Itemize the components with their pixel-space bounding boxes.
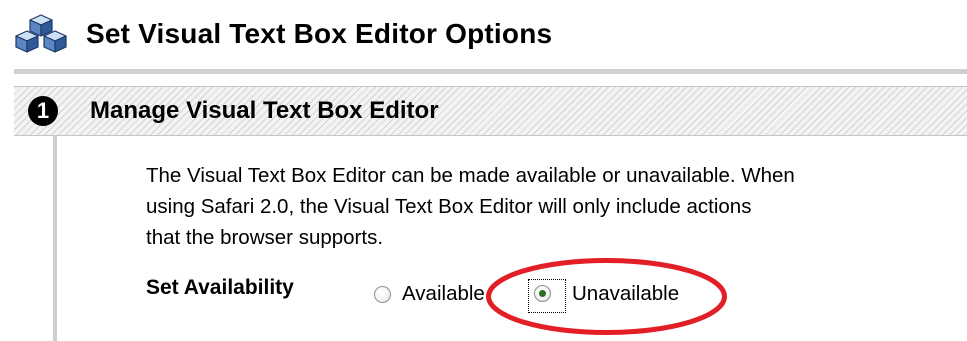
- step-title: Manage Visual Text Box Editor: [90, 97, 439, 124]
- description-line: using Safari 2.0, the Visual Text Box Ed…: [146, 195, 752, 218]
- title-divider: [14, 69, 967, 74]
- description-line: The Visual Text Box Editor can be made a…: [146, 164, 795, 187]
- page: Set Visual Text Box Editor Options 1 Man…: [0, 0, 967, 341]
- page-title: Set Visual Text Box Editor Options: [86, 18, 553, 49]
- available-radio-label[interactable]: Available: [402, 282, 485, 306]
- step-number-badge: 1: [28, 96, 58, 126]
- section-left-rule: [53, 136, 57, 341]
- available-radio[interactable]: [374, 286, 391, 303]
- cubes-icon: [15, 14, 67, 53]
- description-line: that the browser supports.: [146, 226, 384, 249]
- step-header: 1 Manage Visual Text Box Editor: [14, 86, 967, 136]
- focus-outline: [528, 279, 566, 313]
- title-row: Set Visual Text Box Editor Options: [14, 14, 552, 54]
- unavailable-radio-label[interactable]: Unavailable: [572, 282, 679, 306]
- description-text: The Visual Text Box Editor can be made a…: [146, 160, 967, 253]
- availability-label: Set Availability: [146, 276, 294, 299]
